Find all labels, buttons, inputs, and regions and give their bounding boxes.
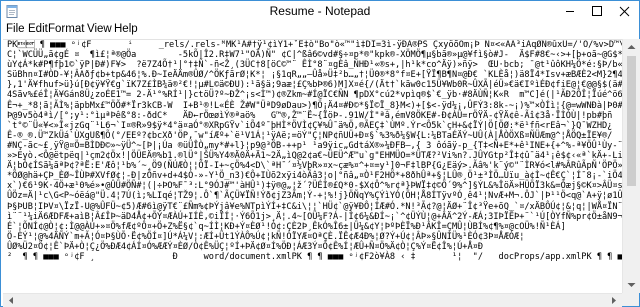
maximize-button[interactable] bbox=[584, 1, 610, 21]
title-bar[interactable]: Resume - Notepad bbox=[1, 1, 639, 21]
horizontal-scrollbar[interactable] bbox=[3, 293, 622, 307]
scroll-up-icon[interactable] bbox=[623, 39, 640, 55]
scrollbar-corner bbox=[622, 293, 639, 306]
vertical-scrollbar[interactable] bbox=[622, 39, 640, 293]
menu-bar: File Edit Format View Help bbox=[1, 21, 639, 39]
minimize-button[interactable] bbox=[557, 1, 583, 21]
close-icon bbox=[619, 6, 630, 17]
maximize-icon bbox=[592, 6, 602, 16]
window-title: Resume - Notepad bbox=[269, 4, 371, 18]
menu-format[interactable]: Format bbox=[45, 22, 87, 36]
menu-file[interactable]: File bbox=[3, 22, 28, 36]
text-editor[interactable]: PK ¶ ■■■ ᵒʲ¢F ⁱ _rels/.rels-ᴹMK¹Ä#†ÿ¹¢… bbox=[3, 39, 622, 294]
editor-text[interactable]: PK ¶ ■■■ ᵒʲ¢F ⁱ _rels/.rels-ᴹMK¹Ä#†ÿ¹¢… bbox=[3, 40, 622, 262]
menu-help[interactable]: Help bbox=[111, 22, 141, 36]
close-button[interactable] bbox=[610, 1, 639, 21]
scroll-left-icon[interactable] bbox=[3, 294, 19, 307]
scroll-down-icon[interactable] bbox=[623, 277, 640, 293]
minimize-icon bbox=[566, 11, 574, 12]
notepad-window: Resume - Notepad File Edit Format View H… bbox=[0, 0, 640, 307]
scroll-right-icon[interactable] bbox=[606, 294, 622, 307]
vertical-scroll-thumb[interactable] bbox=[627, 56, 636, 186]
